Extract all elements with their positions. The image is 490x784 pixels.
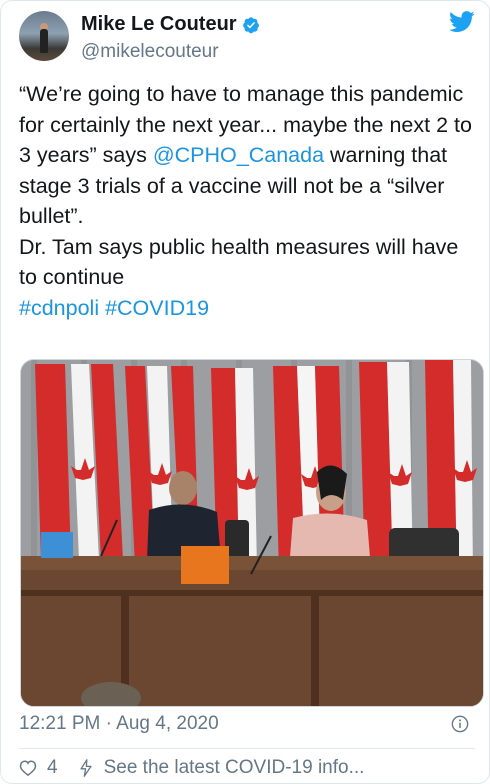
hashtag-link[interactable]: #cdnpoli xyxy=(19,296,99,320)
tweet-date: Aug 4, 2020 xyxy=(116,713,219,734)
tweet-photo[interactable] xyxy=(20,359,484,707)
tweet-header: Mike Le Couteur @mikelecouteur xyxy=(19,9,475,71)
divider xyxy=(19,748,475,749)
verified-badge-icon xyxy=(242,16,259,33)
author-handle[interactable]: @mikelecouteur xyxy=(81,41,219,63)
info-icon[interactable] xyxy=(451,715,469,733)
mention-link[interactable]: @CPHO_Canada xyxy=(153,143,324,167)
like-count[interactable]: 4 xyxy=(47,757,58,779)
lightning-bolt-icon xyxy=(80,759,92,777)
tweet-text: “We’re going to have to manage this pand… xyxy=(19,79,475,323)
hashtag-link[interactable]: #COVID19 xyxy=(105,296,209,320)
heart-icon[interactable] xyxy=(19,759,37,777)
tweet-actions: 4 See the latest COVID-19 info... xyxy=(19,757,364,779)
tweet-time: 12:21 PM xyxy=(19,713,101,734)
tweet-text-line2: Dr. Tam says public health measures will… xyxy=(19,234,465,290)
timestamp-separator: · xyxy=(100,713,117,734)
press-conference-photo xyxy=(21,360,483,706)
tweet-card: Mike Le Couteur @mikelecouteur “We’re go… xyxy=(0,0,490,784)
avatar[interactable] xyxy=(19,11,69,61)
tweet-timestamp[interactable]: 12:21 PM · Aug 4, 2020 xyxy=(19,713,219,735)
author-name-row: Mike Le Couteur xyxy=(81,13,260,36)
author-display-name[interactable]: Mike Le Couteur xyxy=(81,13,237,36)
covid-info-link[interactable]: See the latest COVID-19 info... xyxy=(104,757,365,779)
twitter-bird-icon[interactable] xyxy=(449,11,475,33)
